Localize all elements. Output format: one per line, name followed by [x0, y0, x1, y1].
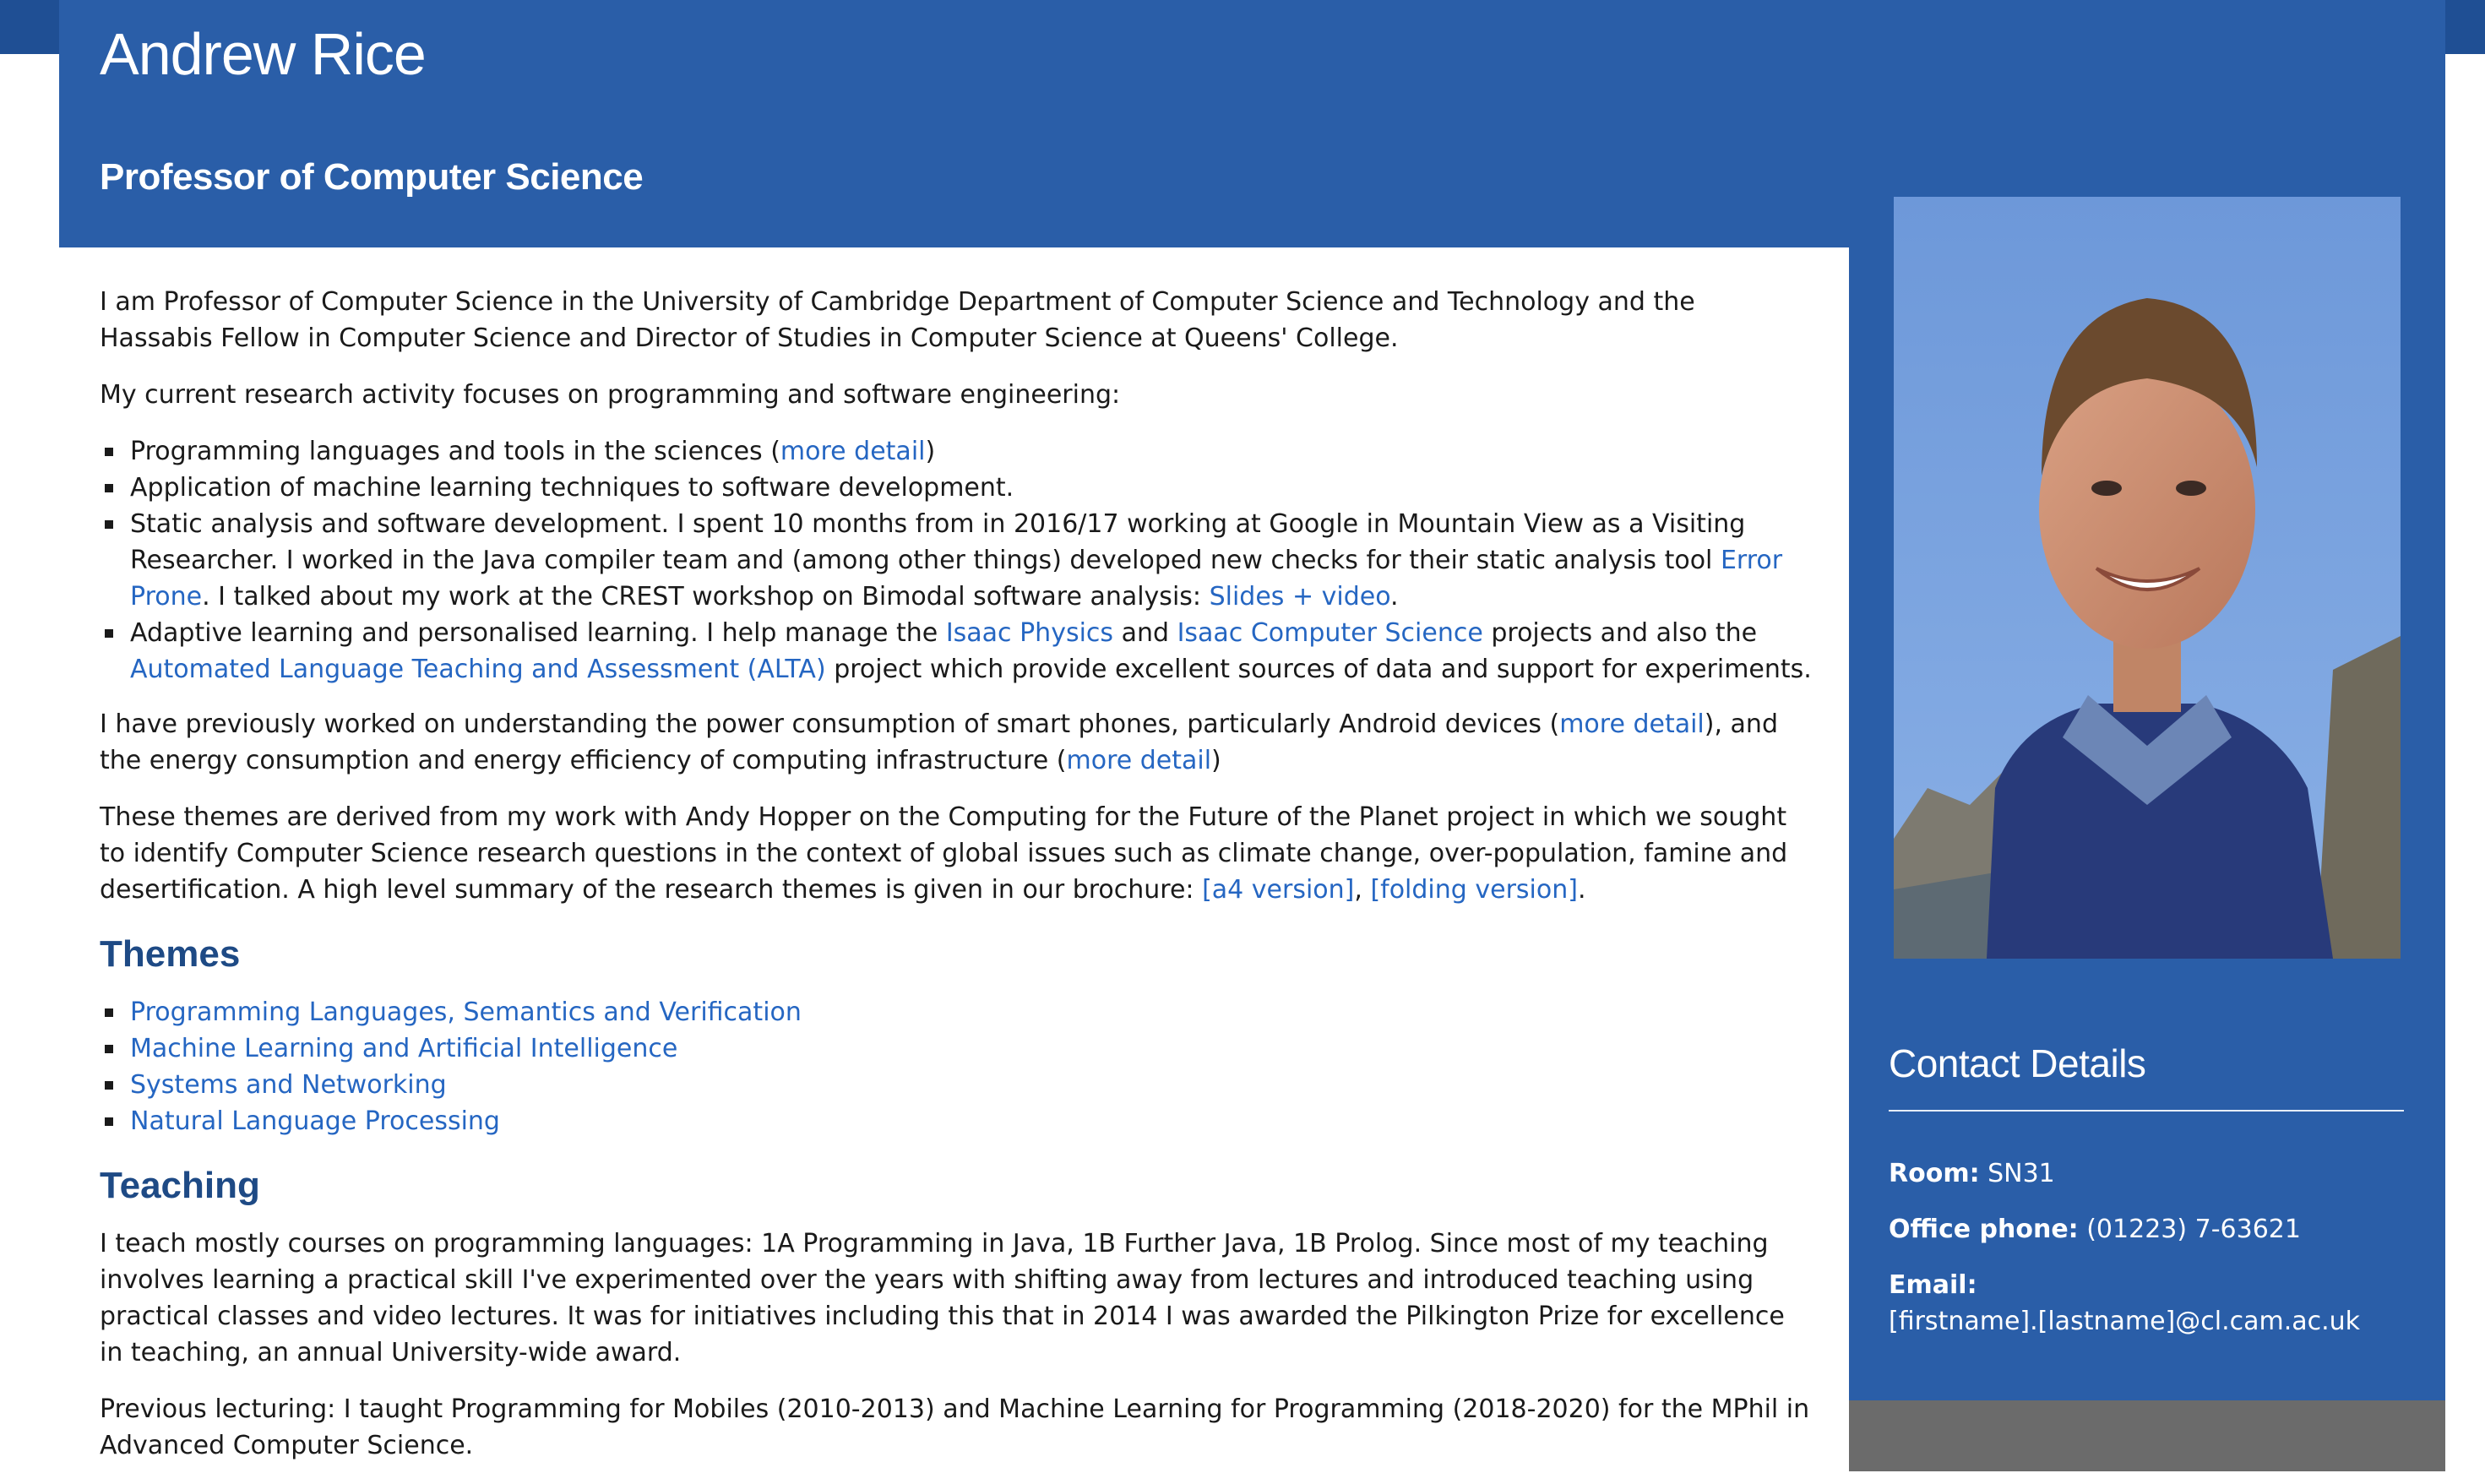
- research-intro: My current research activity focuses on …: [100, 380, 1121, 410]
- research-item-ml: Application of machine learning techniqu…: [105, 470, 1814, 506]
- research-item-text: Programming languages and tools in the s…: [130, 437, 780, 466]
- a4-version-link[interactable]: [a4 version]: [1202, 875, 1354, 905]
- research-item-static-analysis: Static analysis and software development…: [105, 506, 1814, 615]
- research-item-text: .: [1390, 582, 1399, 612]
- android-more-detail-link[interactable]: more detail: [1559, 709, 1705, 739]
- themes-text: .: [1577, 875, 1586, 905]
- alta-link[interactable]: Automated Language Teaching and Assessme…: [130, 655, 826, 684]
- research-item-text: Application of machine learning techniqu…: [130, 473, 1014, 503]
- research-item-text: . I talked about my work at the CREST wo…: [202, 582, 1210, 612]
- contact-room: Room: SN31: [1889, 1155, 2055, 1192]
- research-item-text: and: [1113, 618, 1177, 648]
- previous-work-paragraph: I have previously worked on understandin…: [100, 706, 1814, 779]
- contact-divider: [1889, 1110, 2404, 1112]
- contact-email-label: Email:: [1889, 1267, 1977, 1303]
- phone-label: Office phone:: [1889, 1215, 2079, 1244]
- folding-version-link[interactable]: [folding version]: [1370, 875, 1578, 905]
- energy-more-detail-link[interactable]: more detail: [1066, 746, 1211, 775]
- research-item-text: Static analysis and software development…: [130, 509, 1746, 575]
- profile-photo: [1894, 197, 2401, 959]
- research-item-text: ): [925, 437, 936, 466]
- themes-list: Programming Languages, Semantics and Ver…: [100, 994, 1814, 1139]
- contact-phone: Office phone: (01223) 7-63621: [1889, 1211, 2301, 1248]
- email-label: Email:: [1889, 1270, 1977, 1300]
- room-label: Room:: [1889, 1159, 1980, 1188]
- previous-text: ): [1211, 746, 1221, 775]
- theme-link-programming-languages[interactable]: Programming Languages, Semantics and Ver…: [130, 997, 802, 1027]
- theme-item: Systems and Networking: [105, 1067, 1814, 1103]
- theme-link-machine-learning[interactable]: Machine Learning and Artificial Intellig…: [130, 1034, 677, 1063]
- email-value: [firstname].[lastname]@cl.cam.ac.uk: [1889, 1307, 2361, 1336]
- job-title: Professor of Computer Science: [100, 156, 644, 198]
- contact-details-heading: Contact Details: [1889, 1041, 2146, 1085]
- sidebar-footer: [1849, 1400, 2445, 1471]
- teaching-heading: Teaching: [100, 1165, 260, 1206]
- phone-value: (01223) 7-63621: [2078, 1215, 2301, 1244]
- isaac-cs-link[interactable]: Isaac Computer Science: [1177, 618, 1483, 648]
- previous-lecturing-paragraph: Previous lecturing: I taught Programming…: [100, 1394, 1810, 1460]
- theme-item: Machine Learning and Artificial Intellig…: [105, 1030, 1814, 1067]
- contact-email: [firstname].[lastname]@cl.cam.ac.uk: [1889, 1303, 2360, 1340]
- intro-paragraph: I am Professor of Computer Science in th…: [100, 287, 1695, 353]
- research-item-text: projects and also the: [1482, 618, 1758, 648]
- person-name: Andrew Rice: [100, 21, 427, 87]
- more-detail-link[interactable]: more detail: [780, 437, 926, 466]
- themes-text: ,: [1354, 875, 1371, 905]
- research-list: Programming languages and tools in the s…: [100, 433, 1814, 688]
- themes-paragraph: These themes are derived from my work wi…: [100, 799, 1814, 908]
- theme-link-systems-networking[interactable]: Systems and Networking: [130, 1070, 447, 1100]
- theme-link-nlp[interactable]: Natural Language Processing: [130, 1106, 500, 1136]
- research-item-adaptive-learning: Adaptive learning and personalised learn…: [105, 615, 1814, 688]
- isaac-physics-link[interactable]: Isaac Physics: [946, 618, 1113, 648]
- research-item-sciences: Programming languages and tools in the s…: [105, 433, 1814, 470]
- teaching-paragraph: I teach mostly courses on programming la…: [100, 1229, 1785, 1367]
- top-band-right: [2445, 0, 2485, 54]
- research-item-text: project which provide excellent sources …: [825, 655, 1812, 684]
- previous-text: I have previously worked on understandin…: [100, 709, 1560, 739]
- top-band-left: [0, 0, 59, 54]
- research-item-text: Adaptive learning and personalised learn…: [130, 618, 946, 648]
- room-value: SN31: [1979, 1159, 2055, 1188]
- themes-heading: Themes: [100, 933, 241, 975]
- main-content: I am Professor of Computer Science in th…: [100, 284, 1814, 1484]
- theme-item: Programming Languages, Semantics and Ver…: [105, 994, 1814, 1030]
- slides-video-link[interactable]: Slides + video: [1210, 582, 1390, 612]
- theme-item: Natural Language Processing: [105, 1103, 1814, 1139]
